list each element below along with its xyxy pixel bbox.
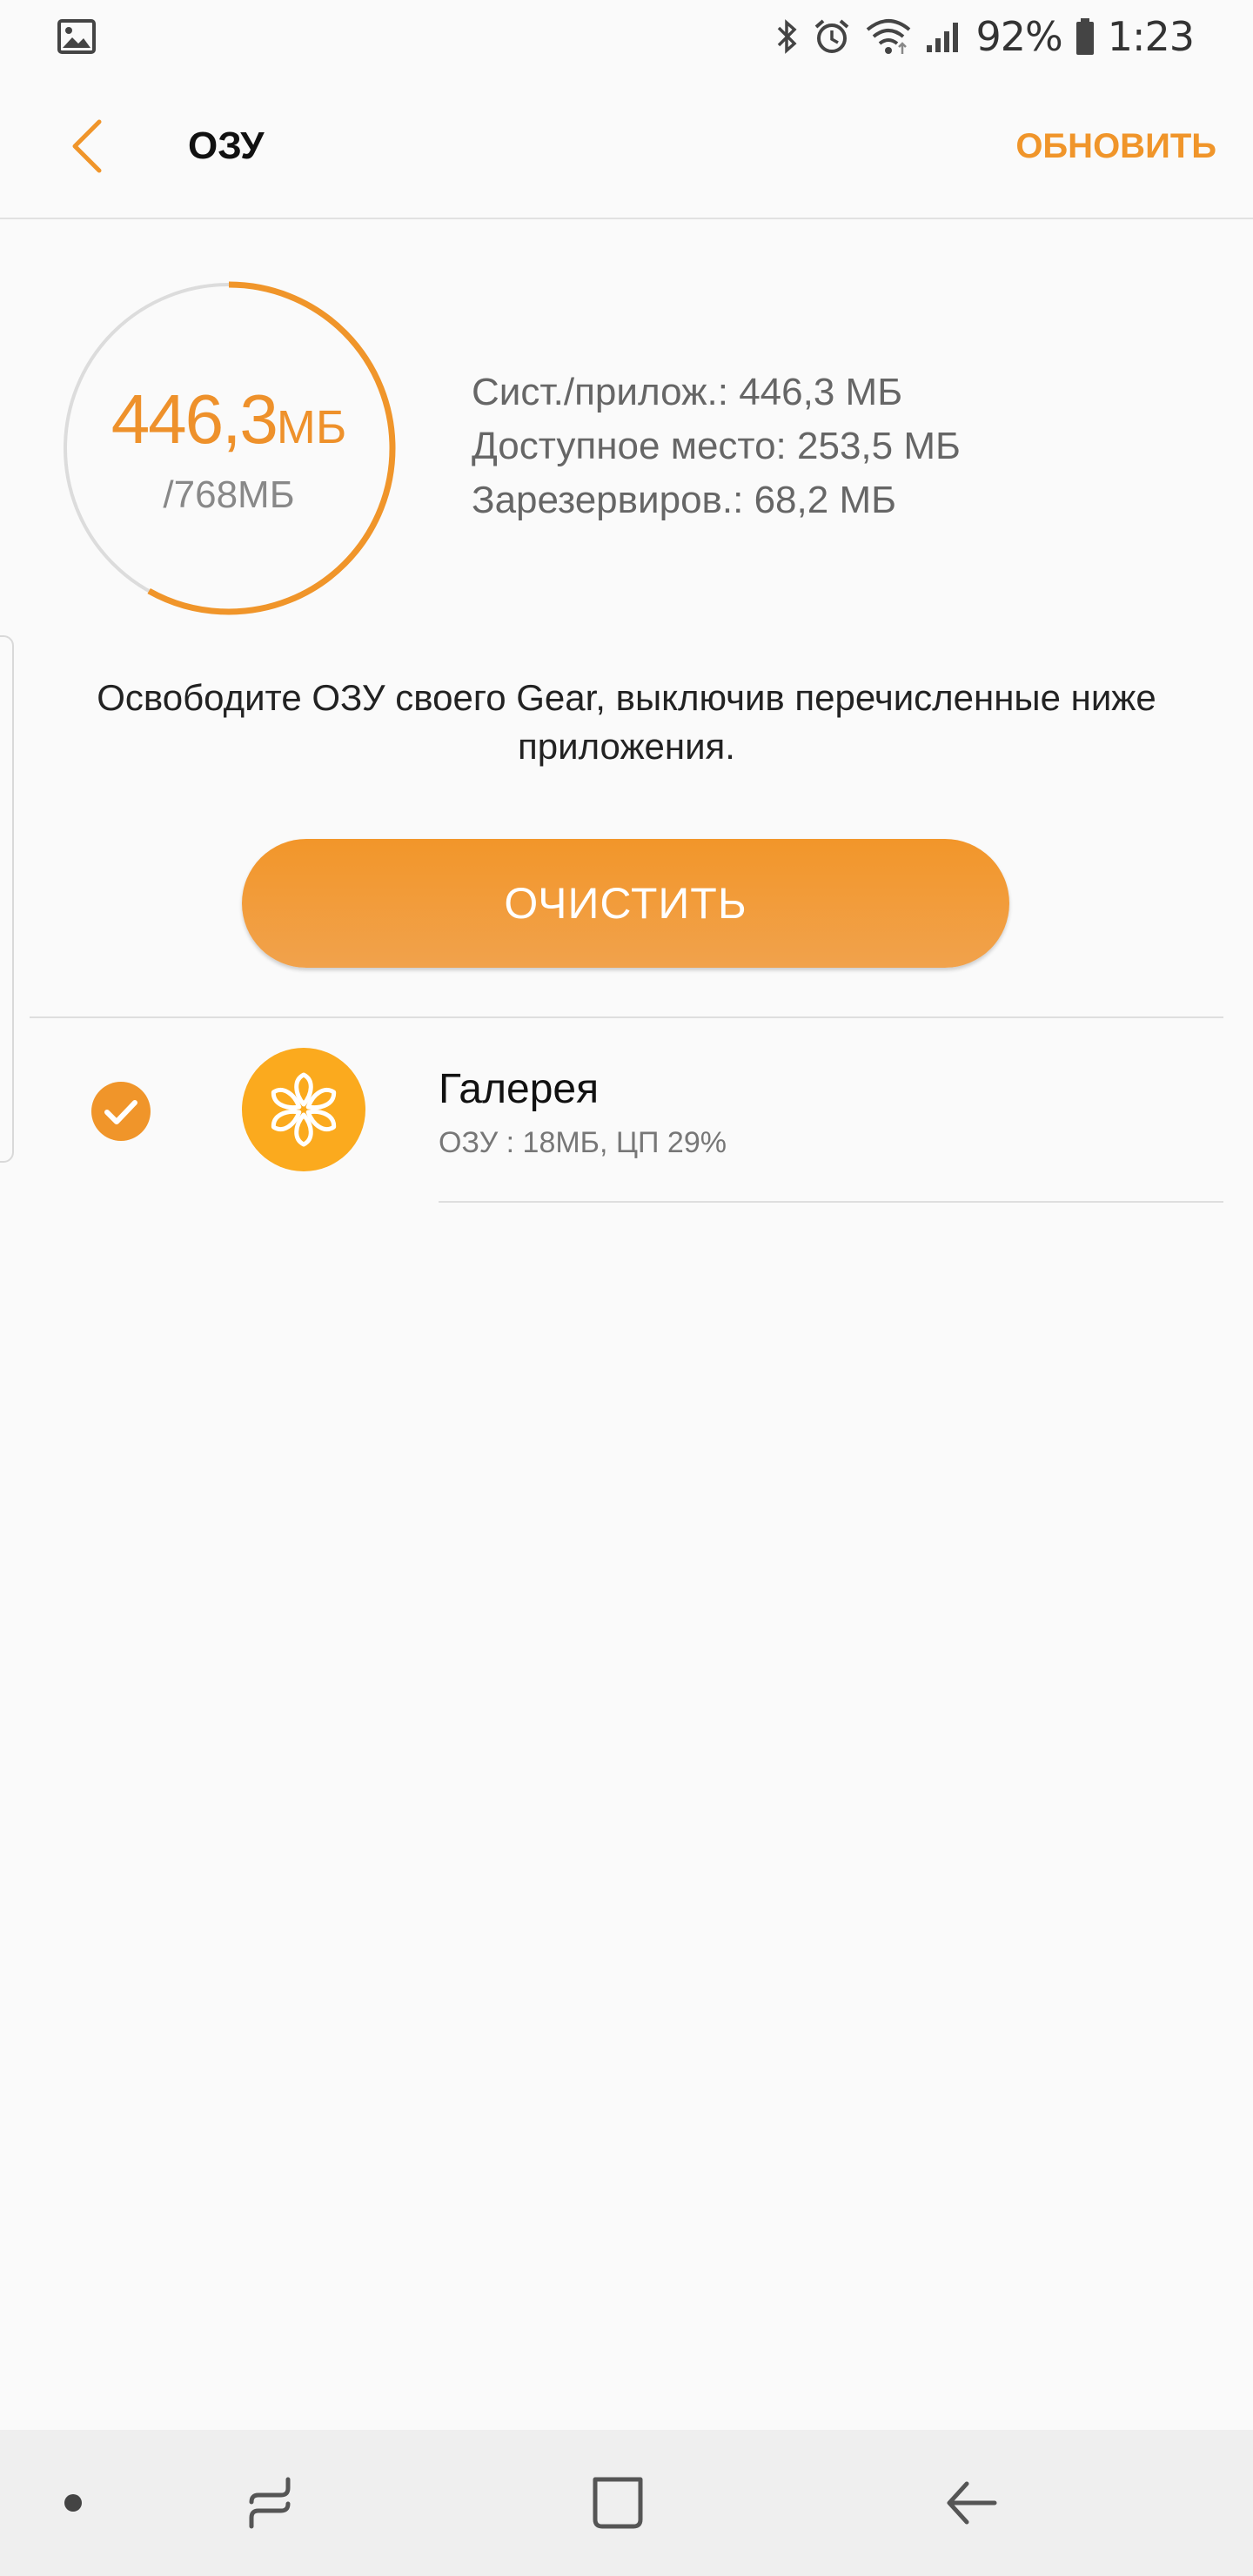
home-icon [593, 2477, 643, 2529]
app-row-gallery[interactable]: Галерея ОЗУ : 18МБ, ЦП 29% [0, 1018, 1253, 1201]
wifi-icon [864, 17, 913, 56]
bluetooth-icon [775, 17, 800, 56]
page-title: ОЗУ [188, 124, 265, 167]
navigation-bar [0, 2430, 1253, 2576]
clean-button[interactable]: ОЧИСТИТЬ [242, 839, 1009, 968]
back-nav-button[interactable] [928, 2430, 1015, 2576]
gallery-app-icon [242, 1048, 365, 1171]
battery-percent: 92% [975, 13, 1062, 60]
back-button[interactable] [52, 111, 122, 181]
stat-system-apps: Сист./прилож.: 446,3 МБ [472, 371, 903, 413]
check-circle-icon [91, 1082, 151, 1141]
recent-apps-button[interactable] [226, 2430, 313, 2576]
home-button[interactable] [574, 2430, 661, 2576]
clock: 1:23 [1107, 13, 1195, 60]
edge-panel-handle[interactable] [0, 635, 14, 1163]
nav-dot-icon [64, 2494, 82, 2512]
memory-stats: Сист./прилож.: 446,3 МБ Доступное место:… [472, 366, 961, 527]
app-checkbox[interactable] [90, 1081, 151, 1142]
nav-dot-button[interactable] [38, 2430, 108, 2576]
battery-icon [1075, 17, 1096, 56]
stat-available: Доступное место: 253,5 МБ [472, 425, 961, 467]
status-bar: 92% 1:23 [0, 0, 1253, 73]
stat-reserved: Зарезервиров.: 68,2 МБ [472, 479, 896, 521]
used-memory-value: 446,3 [111, 380, 278, 458]
used-memory-unit: МБ [276, 401, 347, 453]
signal-icon [925, 19, 963, 54]
back-icon [947, 2481, 997, 2525]
used-memory: 446,3МБ [59, 379, 399, 460]
recent-apps-icon [249, 2477, 291, 2529]
description-text: Освободите ОЗУ своего Gear, выключив пер… [97, 677, 1156, 767]
chevron-left-icon [72, 119, 102, 173]
app-usage-info: ОЗУ : 18МБ, ЦП 29% [439, 1126, 727, 1159]
refresh-button[interactable]: ОБНОВИТЬ [1015, 73, 1216, 219]
app-name: Галерея [439, 1066, 600, 1112]
total-memory: /768МБ [163, 473, 295, 516]
memory-usage-ring: 446,3МБ /768МБ [59, 278, 399, 618]
alarm-icon [812, 17, 852, 57]
app-header: ОЗУ ОБНОВИТЬ [0, 73, 1253, 219]
gallery-notification-icon [57, 19, 96, 54]
row-divider [439, 1201, 1223, 1203]
